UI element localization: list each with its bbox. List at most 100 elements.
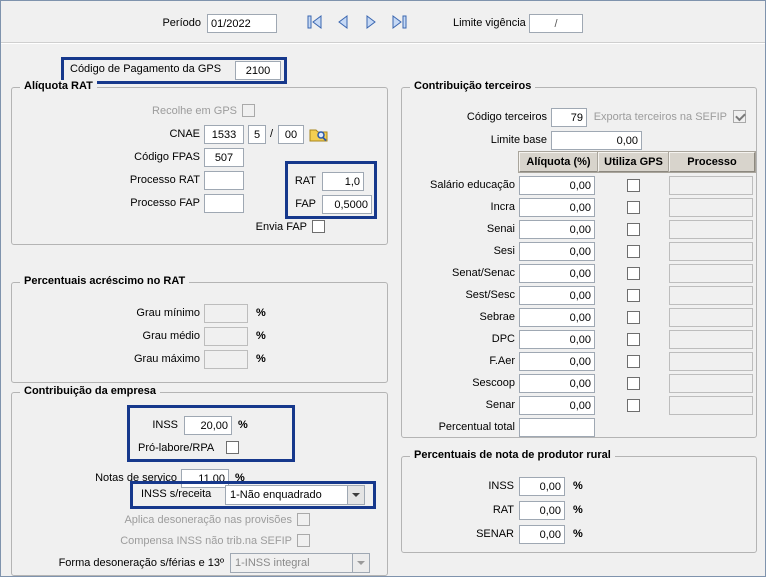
rural-senar-label: SENAR xyxy=(402,528,514,540)
rural-inss-label: INSS xyxy=(402,480,514,492)
terceiros-processo-input xyxy=(669,220,753,239)
group-produtor-rural-title: Percentuais de nota de produtor rural xyxy=(410,449,615,461)
terceiros-gps-checkbox[interactable] xyxy=(627,201,640,214)
nav-next-icon[interactable] xyxy=(359,13,383,31)
terceiros-gps-checkbox[interactable] xyxy=(627,333,640,346)
nav-first-icon[interactable] xyxy=(303,13,327,31)
grau-medio-label: Grau médio xyxy=(12,330,200,342)
limite-base-label: Limite base xyxy=(402,134,547,146)
inss-highlight: INSS 20,00 % Pró-labore/RPA xyxy=(127,405,295,462)
col-header-utiliza-gps: Utiliza GPS xyxy=(598,152,669,172)
gps-code-label: Código de Pagamento da GPS xyxy=(70,63,221,75)
terceiros-row-label: DPC xyxy=(402,333,515,345)
terceiros-gps-checkbox[interactable] xyxy=(627,267,640,280)
cnae-digit-input[interactable]: 5 xyxy=(248,125,266,144)
group-aliquota-rat-title: Alíquota RAT xyxy=(20,80,97,92)
grau-maximo-label: Grau máximo xyxy=(12,353,200,365)
terceiros-processo-input xyxy=(669,396,753,415)
rat-input[interactable]: 1,0 xyxy=(322,172,364,191)
rural-rat-input[interactable]: 0,00 xyxy=(519,501,565,520)
terceiros-aliquota-input[interactable]: 0,00 xyxy=(519,198,595,217)
fap-input[interactable]: 0,5000 xyxy=(322,195,372,214)
rural-inss-unit: % xyxy=(573,480,583,492)
codigo-terceiros-input[interactable]: 79 xyxy=(551,108,587,127)
rat-label: RAT xyxy=(288,175,316,187)
inss-label: INSS xyxy=(130,419,178,431)
terceiros-processo-input xyxy=(669,374,753,393)
terceiros-processo-input xyxy=(669,242,753,261)
compensa-inss-checkbox xyxy=(297,534,310,547)
limite-base-input[interactable]: 0,00 xyxy=(551,131,642,150)
limite-vigencia-input[interactable]: / xyxy=(529,14,583,33)
terceiros-row-label: F.Aer xyxy=(402,355,515,367)
compensa-inss-label: Compensa INSS não trib.na SEFIP xyxy=(12,535,292,547)
terceiros-processo-input xyxy=(669,286,753,305)
terceiros-gps-checkbox[interactable] xyxy=(627,223,640,236)
terceiros-processo-input xyxy=(669,330,753,349)
terceiros-aliquota-input[interactable]: 0,00 xyxy=(519,220,595,239)
envia-fap-checkbox[interactable] xyxy=(312,220,325,233)
cnae-input[interactable]: 1533 xyxy=(204,125,244,144)
terceiros-gps-checkbox[interactable] xyxy=(627,245,640,258)
group-percentuais-rat-title: Percentuais acréscimo no RAT xyxy=(20,275,189,287)
recolhe-gps-label: Recolhe em GPS xyxy=(12,105,237,117)
terceiros-gps-checkbox[interactable] xyxy=(627,399,640,412)
terceiros-gps-checkbox[interactable] xyxy=(627,311,640,324)
group-percentuais-rat: Percentuais acréscimo no RAT Grau mínimo… xyxy=(11,282,388,383)
terceiros-processo-input xyxy=(669,176,753,195)
inss-receita-label: INSS s/receita xyxy=(141,488,211,500)
percentual-total-label: Percentual total xyxy=(402,421,515,433)
terceiros-gps-checkbox[interactable] xyxy=(627,179,640,192)
group-contribuicao-empresa: Contribuição da empresa INSS 20,00 % Pró… xyxy=(11,392,388,576)
rural-senar-input[interactable]: 0,00 xyxy=(519,525,565,544)
processo-fap-label: Processo FAP xyxy=(12,197,200,209)
terceiros-gps-checkbox[interactable] xyxy=(627,377,640,390)
recolhe-gps-checkbox xyxy=(242,104,255,117)
pro-labore-checkbox[interactable] xyxy=(226,441,239,454)
grau-minimo-input xyxy=(204,304,248,323)
forma-desoneracao-select: 1-INSS integral xyxy=(230,553,370,573)
terceiros-aliquota-input[interactable]: 0,00 xyxy=(519,264,595,283)
rural-inss-input[interactable]: 0,00 xyxy=(519,477,565,496)
terceiros-processo-input xyxy=(669,264,753,283)
terceiros-gps-checkbox[interactable] xyxy=(627,289,640,302)
exporta-terceiros-checkbox xyxy=(733,110,746,123)
terceiros-aliquota-input[interactable]: 0,00 xyxy=(519,352,595,371)
terceiros-gps-checkbox[interactable] xyxy=(627,355,640,368)
fpas-input[interactable]: 507 xyxy=(204,148,244,167)
processo-fap-input[interactable] xyxy=(204,194,244,213)
chevron-down-icon xyxy=(352,554,369,572)
terceiros-row-label: Sest/Sesc xyxy=(402,289,515,301)
periodo-input[interactable]: 01/2022 xyxy=(207,14,277,33)
forma-desoneracao-label: Forma desoneração s/férias e 13º xyxy=(12,557,224,569)
nav-last-icon[interactable] xyxy=(387,13,411,31)
cnae-slash: / xyxy=(270,128,273,140)
grau-maximo-input xyxy=(204,350,248,369)
aplica-desoneracao-label: Aplica desoneração nas provisões xyxy=(12,514,292,526)
terceiros-aliquota-input[interactable]: 0,00 xyxy=(519,242,595,261)
col-header-aliquota: Alíquota (%) xyxy=(519,152,598,172)
nav-prior-icon[interactable] xyxy=(331,13,355,31)
limite-vigencia-label: Limite vigência xyxy=(453,17,526,29)
terceiros-aliquota-input[interactable]: 0,00 xyxy=(519,286,595,305)
inss-input[interactable]: 20,00 xyxy=(184,416,232,435)
periodo-label: Período xyxy=(131,17,201,29)
rural-senar-unit: % xyxy=(573,528,583,540)
terceiros-processo-input xyxy=(669,308,753,327)
cnae-suffix-input[interactable]: 00 xyxy=(278,125,304,144)
inss-receita-select[interactable]: 1-Não enquadrado xyxy=(225,485,365,505)
cnae-lookup-icon[interactable] xyxy=(309,126,328,142)
topbar-separator xyxy=(1,42,765,44)
processo-rat-input[interactable] xyxy=(204,171,244,190)
terceiros-aliquota-input[interactable]: 0,00 xyxy=(519,176,595,195)
terceiros-row-label: Salário educação xyxy=(402,179,515,191)
terceiros-row-label: Sescoop xyxy=(402,377,515,389)
grau-maximo-unit: % xyxy=(256,353,266,365)
gps-code-input[interactable]: 2100 xyxy=(235,61,281,80)
terceiros-aliquota-input[interactable]: 0,00 xyxy=(519,330,595,349)
terceiros-aliquota-input[interactable]: 0,00 xyxy=(519,308,595,327)
terceiros-aliquota-input[interactable]: 0,00 xyxy=(519,396,595,415)
terceiros-row-label: Senar xyxy=(402,399,515,411)
terceiros-aliquota-input[interactable]: 0,00 xyxy=(519,374,595,393)
pro-labore-label: Pró-labore/RPA xyxy=(138,442,214,454)
